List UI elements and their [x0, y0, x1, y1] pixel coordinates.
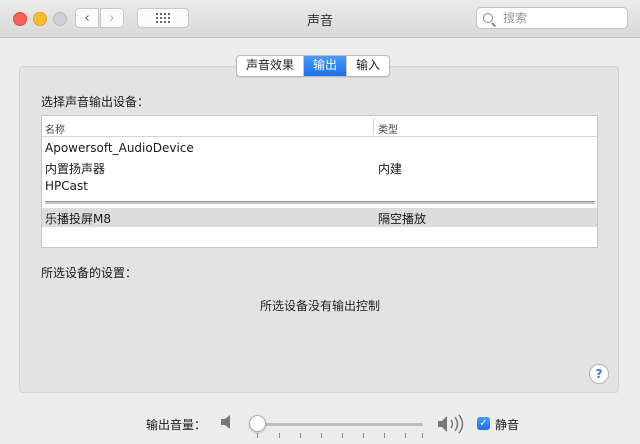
- volume-slider-track[interactable]: [253, 423, 423, 426]
- table-row[interactable]: Apowersoft_AudioDevice: [42, 139, 597, 158]
- mute-checkbox[interactable]: ✓: [477, 417, 490, 430]
- device-type: 内建: [378, 162, 403, 176]
- volume-slider-knob[interactable]: [249, 415, 266, 432]
- table-header: 名称 类型: [42, 116, 597, 137]
- slider-tick: [384, 433, 385, 438]
- no-output-controls-message: 所选设备没有输出控制: [259, 299, 380, 313]
- help-button[interactable]: ?: [589, 364, 609, 384]
- table-row[interactable]: HPCast: [42, 177, 597, 196]
- slider-tick: [342, 433, 343, 438]
- column-header-type[interactable]: 类型: [378, 121, 398, 136]
- tab-bar: 声音效果 输出 输入: [236, 55, 391, 77]
- speaker-low-icon: [221, 415, 230, 429]
- device-name: 内置扬声器: [45, 162, 106, 176]
- output-volume-label: 输出音量：: [146, 418, 207, 432]
- table-row-selected[interactable]: 乐播投屏M8 隔空播放: [42, 208, 597, 227]
- search-field[interactable]: [476, 7, 628, 29]
- column-header-name[interactable]: 名称: [45, 121, 65, 136]
- output-section-title: 选择声音输出设备：: [41, 95, 150, 109]
- tab-sound-effects[interactable]: 声音效果: [237, 56, 305, 76]
- tab-output[interactable]: 输出: [304, 56, 348, 76]
- search-icon: [483, 13, 493, 23]
- device-name: HPCast: [45, 179, 88, 193]
- slider-tick: [321, 433, 322, 438]
- settings-section-title: 所选设备的设置：: [41, 266, 138, 280]
- device-name: Apowersoft_AudioDevice: [45, 141, 194, 155]
- table-row[interactable]: 内置扬声器 内建: [42, 158, 597, 177]
- tab-input[interactable]: 输入: [347, 56, 389, 76]
- slider-tick: [257, 433, 258, 438]
- speaker-high-icon: [438, 414, 464, 434]
- slider-tick: [405, 433, 406, 438]
- slider-tick: [279, 433, 280, 438]
- device-name: 乐播投屏M8: [45, 212, 111, 226]
- search-input[interactable]: [501, 10, 615, 26]
- slider-tick: [422, 433, 423, 438]
- slider-tick: [363, 433, 364, 438]
- mute-label[interactable]: 静音: [495, 416, 519, 433]
- device-group-separator: [45, 201, 595, 204]
- title-bar: ‹ › 声音: [0, 0, 640, 38]
- output-device-table: 名称 类型 Apowersoft_AudioDevice 内置扬声器 内建 HP…: [41, 115, 598, 248]
- slider-tick: [300, 433, 301, 438]
- device-type: 隔空播放: [378, 212, 427, 226]
